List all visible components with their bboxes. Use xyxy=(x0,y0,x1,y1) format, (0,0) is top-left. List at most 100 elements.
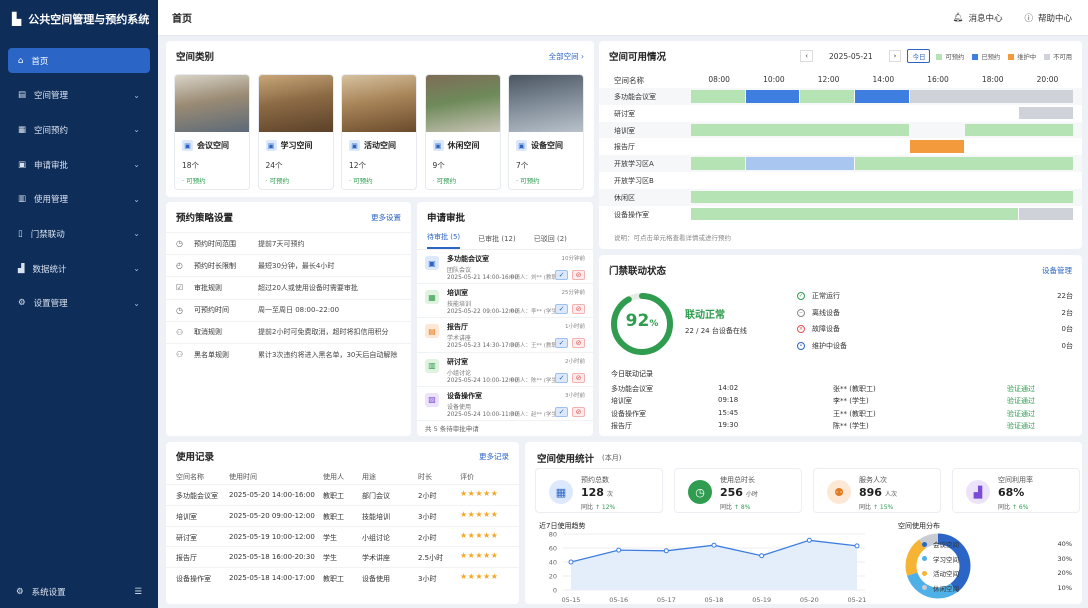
reject-button[interactable]: ⊘ xyxy=(572,338,585,349)
time-slot-cell[interactable] xyxy=(691,157,745,170)
stat-label: 预约总数 xyxy=(581,476,609,484)
space-name: 多功能会议室 xyxy=(614,93,656,101)
usage-records-card: 使用记录 更多记录 空间名称 使用时间 使用人 用途 时长 评价 多功能会议室 2025-05-… xyxy=(166,442,519,604)
reject-button[interactable]: ⊘ xyxy=(572,406,585,417)
column-header: 时长 xyxy=(418,473,432,481)
space-type-status: · 可预约 xyxy=(516,177,540,185)
record-space: 设备操作室 xyxy=(611,409,646,418)
device-status-count: 22台 xyxy=(1057,292,1073,300)
space-type-card[interactable]: ▣ 学习空间 24个 · 可预约 xyxy=(257,74,334,190)
space-type-card[interactable]: ▣ 设备空间 7个 · 可预约 xyxy=(508,74,584,190)
sidebar-item-0[interactable]: ⌂ 首页 xyxy=(8,48,150,73)
usage-stats-title: 空间使用统计 xyxy=(537,454,595,465)
column-header: 使用人 xyxy=(323,473,344,481)
next-date-button[interactable]: › xyxy=(888,50,902,62)
chevron-down-icon: ⌄ xyxy=(133,229,140,239)
stat-compare-label: 同比 xyxy=(998,504,1011,511)
sidebar-item-2[interactable]: ▦ 空间预约 ⌄ xyxy=(8,117,150,142)
sidebar-item-4[interactable]: ▥ 使用管理 ⌄ xyxy=(8,187,150,212)
table-row: 设备操作室 2025-05-18 14:00-17:00 教职工 设备使用 3小时 ★★★… xyxy=(166,567,519,588)
table-cell: 部门会议 xyxy=(362,492,390,500)
approval-item[interactable]: ▤ 报告厅 学术讲座 2025-05-23 14:30-17:30 1小时前 申请人：王*… xyxy=(417,318,593,353)
bar-chart-icon: ▟ xyxy=(966,480,990,504)
time-slot-cell[interactable] xyxy=(691,190,1073,204)
time-slot-cell[interactable] xyxy=(855,90,909,103)
space-type-card[interactable]: ▣ 活动空间 12个 · 可预约 xyxy=(341,74,417,190)
time-slot-cell[interactable] xyxy=(691,90,745,103)
approval-tab[interactable]: 待审批 (5) xyxy=(427,232,461,249)
stat-card: ◷ 使用总时长 256 小时 同比 ↑ 8% xyxy=(674,468,802,513)
table-cell: 2025-05-18 14:00-17:00 xyxy=(229,574,315,583)
approve-button[interactable]: ✓ xyxy=(555,406,568,417)
approval-time: 10分钟前 xyxy=(561,256,586,262)
approval-title: 申请审批 xyxy=(427,213,466,224)
time-slot-cell[interactable] xyxy=(964,123,1073,137)
approval-item[interactable]: ▣ 多功能会议室 团队会议 2025-05-21 14:00-16:00 10分钟前 申请… xyxy=(417,250,593,285)
time-slot-cell[interactable] xyxy=(1019,106,1073,120)
time-slot-cell[interactable] xyxy=(909,140,964,153)
date-picker[interactable]: 2025-05-21 xyxy=(819,52,883,61)
sidebar-item-6[interactable]: ▟ 数据统计 ⌄ xyxy=(8,256,150,281)
space-type-count: 12个 xyxy=(349,161,367,170)
prev-date-button[interactable]: ‹ xyxy=(800,50,814,62)
approval-time: 1小时前 xyxy=(565,324,585,331)
record-space: 多功能会议室 xyxy=(611,385,653,393)
space-type-name: 学习空间 xyxy=(280,141,313,150)
device-management-link[interactable]: 设备管理 xyxy=(1042,265,1072,276)
approve-button[interactable]: ✓ xyxy=(555,270,568,280)
approval-tab[interactable]: 已审批 (12) xyxy=(478,234,516,249)
approval-item[interactable]: ▥ 研讨室 小组讨论 2025-05-24 10:00-12:00 2小时前 申请人：陈*… xyxy=(417,353,593,387)
space-type-card[interactable]: ▣ 会议空间 18个 · 可预约 xyxy=(174,74,250,190)
all-spaces-link[interactable]: 全部空间 › xyxy=(549,51,584,62)
table-cell: 2小时 xyxy=(418,492,437,500)
approval-item[interactable]: ▧ 设备操作室 设备使用 2025-05-24 10:00-11:30 3小时前 申请人：… xyxy=(417,387,593,421)
approval-time: 2小时前 xyxy=(565,358,585,365)
reject-button[interactable]: ⊘ xyxy=(572,270,585,280)
approve-button[interactable]: ✓ xyxy=(555,338,568,349)
time-slot-cell[interactable] xyxy=(855,157,1073,170)
space-type-count: 7个 xyxy=(516,161,529,170)
policy-value: 最短30分钟，最长4小时 xyxy=(258,261,335,270)
sidebar-item-3[interactable]: ▣ 申请审批 ⌄ xyxy=(8,152,150,177)
clock-icon: ◷ xyxy=(688,480,712,504)
collapse-menu-icon[interactable]: ☰ xyxy=(134,587,142,597)
approve-button[interactable]: ✓ xyxy=(555,304,568,315)
legend-item: 不可用 xyxy=(1044,52,1072,61)
device-status-count: 0台 xyxy=(1061,341,1073,350)
sidebar-item-5[interactable]: ▯ 门禁联动 ⌄ xyxy=(8,221,150,246)
help-center-button[interactable]: ⓘ 帮助中心 xyxy=(1024,12,1072,24)
message-center-button[interactable]: 🔔︎ 消息中心 xyxy=(953,12,1003,24)
space-photo xyxy=(509,75,583,132)
pie-legend-row: 活动空间 20% xyxy=(922,568,1072,578)
space-name: 培训室 xyxy=(614,126,635,135)
time-slot-cell[interactable] xyxy=(745,157,855,170)
table-row: 多功能会议室 2025-05-20 14:00-16:00 教职工 部门会议 2小时 ★★… xyxy=(166,484,519,505)
sidebar-item-label: 数据统计 xyxy=(32,264,67,275)
approval-item[interactable]: ▦ 培训室 技能培训 2025-05-22 09:00-12:00 25分钟前 申请人：李… xyxy=(417,284,593,319)
link-record-row: 报告厅 19:30 陈** (学生) 验证通过 xyxy=(611,421,1071,434)
approval-tab[interactable]: 已驳回 (2) xyxy=(534,234,567,249)
space-type-card[interactable]: ▣ 休闲空间 9个 · 可预约 xyxy=(424,74,501,190)
more-settings-link[interactable]: 更多设置 xyxy=(371,212,401,223)
reject-button[interactable]: ⊘ xyxy=(572,372,585,383)
sidebar-item-label: 门禁联动 xyxy=(30,229,65,240)
space-type-count: 24个 xyxy=(265,161,283,170)
record-user: 张** (教职工) xyxy=(833,385,876,393)
time-slot-cell[interactable] xyxy=(909,90,1073,103)
approve-button[interactable]: ✓ xyxy=(555,372,568,383)
sidebar-item-1[interactable]: ▤ 空间管理 ⌄ xyxy=(8,83,150,108)
device-status-label: 正常运行 xyxy=(812,292,840,300)
time-slot-cell[interactable] xyxy=(691,207,1019,221)
time-slot-cell[interactable] xyxy=(691,123,909,137)
reject-button[interactable]: ⊘ xyxy=(572,304,585,315)
time-slot-cell[interactable] xyxy=(800,90,855,103)
today-button[interactable]: 今日 xyxy=(907,49,931,63)
more-records-link[interactable]: 更多记录 xyxy=(479,451,509,462)
calendar-icon: ▦ xyxy=(549,480,573,504)
space-type-icon: ▣ xyxy=(349,140,360,151)
usage-records-title: 使用记录 xyxy=(176,452,215,463)
time-slot-cell[interactable] xyxy=(1019,207,1073,221)
sidebar-item-7[interactable]: ⚙ 设置管理 ⌄ xyxy=(8,291,150,316)
time-slot-cell[interactable] xyxy=(745,90,800,103)
system-settings-button[interactable]: ⚙ 系统设置 ☰ xyxy=(16,586,142,598)
